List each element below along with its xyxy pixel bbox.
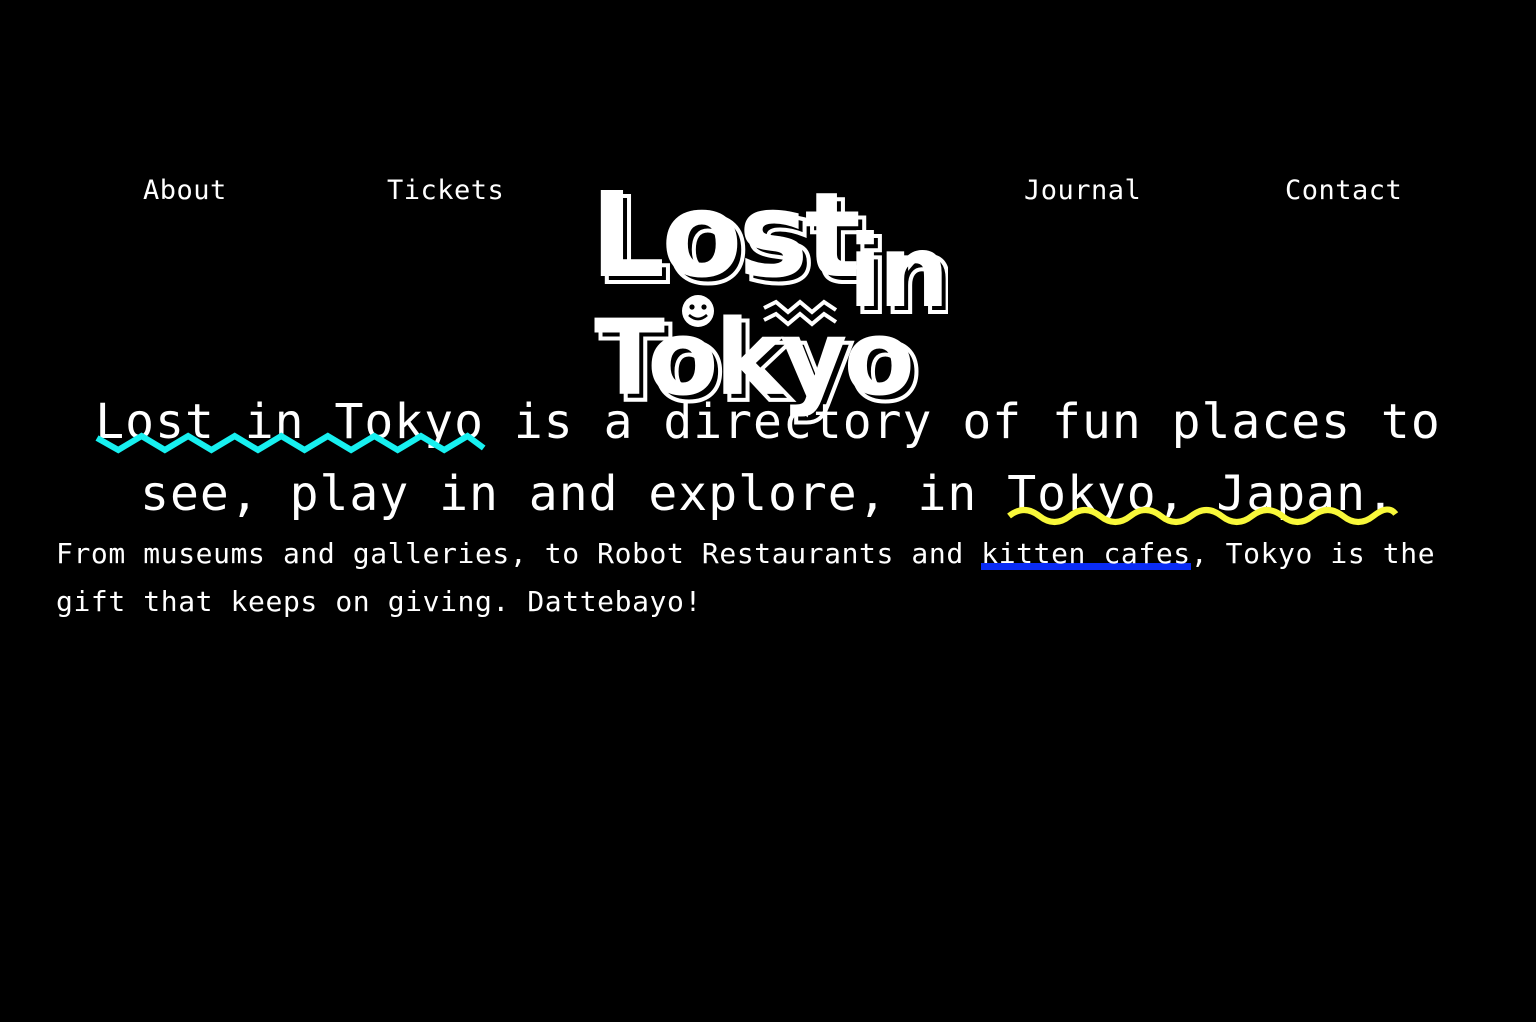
headline-link-2-text: Tokyo, Japan. (1007, 466, 1396, 522)
nav-link-tickets[interactable]: Tickets (387, 174, 504, 208)
intro-paragraph: From museums and galleries, to Robot Res… (56, 530, 1496, 626)
intro-text-1: From museums and galleries, to Robot Res… (56, 537, 982, 570)
smiley-icon (682, 295, 714, 327)
nav-link-contact[interactable]: Contact (1285, 174, 1402, 208)
headline-link-1-text: Lost in Tokyo (95, 394, 484, 450)
main-nav: About Tickets Lost Lost in in Tokyo Toky… (0, 0, 1536, 427)
kitten-cafes-link[interactable]: kitten cafes (981, 537, 1191, 570)
headline: Lost in Tokyo is a directory of fun plac… (40, 386, 1496, 530)
headline-link-lost-in-tokyo[interactable]: Lost in Tokyo (95, 386, 486, 458)
headline-link-tokyo-japan[interactable]: Tokyo, Japan. (1007, 458, 1399, 530)
nav-link-journal[interactable]: Journal (1024, 174, 1141, 208)
logo-lost: Lost (590, 174, 858, 304)
nav-link-about[interactable]: About (143, 174, 227, 208)
